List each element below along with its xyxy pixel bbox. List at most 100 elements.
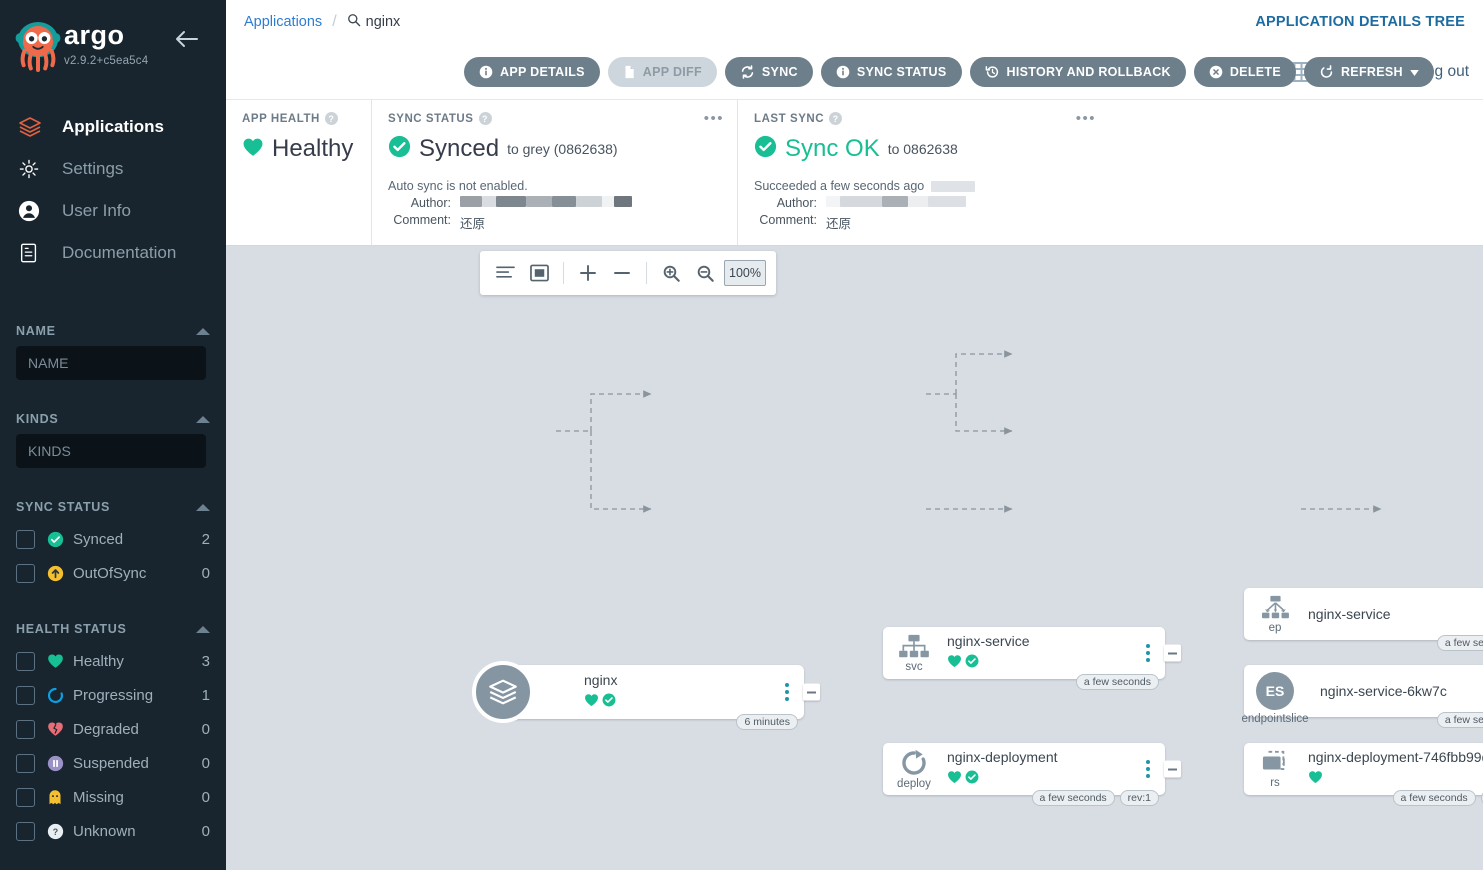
filter-count: 0 bbox=[188, 755, 210, 772]
checkbox[interactable] bbox=[16, 754, 35, 773]
x-circle-icon bbox=[1209, 65, 1223, 79]
breadcrumb-current-label: nginx bbox=[366, 14, 401, 30]
filter-label: Suspended bbox=[73, 755, 188, 772]
user-icon bbox=[18, 200, 62, 222]
filter-row-synced[interactable]: Synced 2 bbox=[16, 522, 210, 556]
refresh-button[interactable]: REFRESH bbox=[1304, 57, 1434, 87]
filter-row-suspended[interactable]: Suspended 0 bbox=[16, 746, 210, 780]
sidebar: argo v2.9.2+c5ea5c4 Applications Setting… bbox=[0, 0, 226, 870]
sync-status-card: ••• SYNC STATUS ? Synced to grey (086263… bbox=[371, 100, 737, 245]
refresh-icon bbox=[1319, 65, 1334, 79]
deployment-icon: deploy bbox=[883, 743, 945, 795]
arrow-left-icon[interactable] bbox=[174, 28, 200, 50]
tree-node-rs[interactable]: rs nginx-deployment-746fbb99df a few sec… bbox=[1244, 743, 1483, 795]
zoom-in-icon[interactable] bbox=[656, 258, 686, 288]
question-circle-icon: ? bbox=[47, 823, 73, 840]
app-diff-button[interactable]: APP DIFF bbox=[608, 57, 717, 87]
tree-node-deploy[interactable]: deploy nginx-deployment a few seconds re… bbox=[883, 743, 1165, 795]
heart-icon bbox=[584, 693, 599, 712]
node-kind: deploy bbox=[897, 778, 931, 790]
button-label: REFRESH bbox=[1341, 65, 1403, 79]
history-and-rollback-button[interactable]: HISTORY AND ROLLBACK bbox=[970, 57, 1186, 87]
ellipsis-icon[interactable]: ••• bbox=[704, 110, 724, 127]
filter-row-missing[interactable]: Missing 0 bbox=[16, 780, 210, 814]
tree-node-svc[interactable]: svc nginx-service a few seconds bbox=[883, 627, 1165, 679]
app-details-button[interactable]: APP DETAILS bbox=[464, 57, 600, 87]
chevron-up-icon[interactable] bbox=[196, 626, 210, 633]
plus-icon[interactable] bbox=[573, 258, 603, 288]
minus-icon[interactable] bbox=[607, 258, 637, 288]
delete-button[interactable]: DELETE bbox=[1194, 57, 1296, 87]
align-left-icon[interactable] bbox=[490, 258, 520, 288]
last-sync-note-text: Succeeded a few seconds ago bbox=[754, 179, 924, 193]
zoom-out-icon[interactable] bbox=[690, 258, 720, 288]
application-tree-canvas[interactable]: 100% bbox=[226, 246, 1483, 870]
filter-row-outofsync[interactable]: OutOfSync 0 bbox=[16, 556, 210, 590]
checkbox[interactable] bbox=[16, 530, 35, 549]
help-icon[interactable]: ? bbox=[479, 112, 492, 125]
chevron-up-icon[interactable] bbox=[196, 416, 210, 423]
last-sync-comment-value: 还原 bbox=[826, 213, 851, 232]
app-health-card: APP HEALTH ? Healthy bbox=[226, 100, 371, 245]
node-kind: svc bbox=[905, 661, 922, 673]
fit-to-screen-icon[interactable] bbox=[524, 258, 554, 288]
breadcrumb-applications[interactable]: Applications bbox=[244, 14, 322, 30]
checkbox[interactable] bbox=[16, 720, 35, 739]
checkbox[interactable] bbox=[16, 788, 35, 807]
chevron-up-icon[interactable] bbox=[196, 504, 210, 511]
book-icon bbox=[18, 242, 62, 264]
brand-text: argo v2.9.2+c5ea5c4 bbox=[64, 22, 148, 67]
tree-node-endpointslice[interactable]: ES endpointslice nginx-service-6kw7c a f… bbox=[1244, 665, 1483, 717]
filter-health-status-section: HEALTH STATUS Healthy 3 Progr bbox=[16, 616, 210, 848]
tree-node-application[interactable]: nginx 6 minutes bbox=[504, 665, 804, 719]
button-label: DELETE bbox=[1230, 65, 1281, 79]
sidebar-item-user-info[interactable]: User Info bbox=[0, 190, 226, 232]
sync-status-button[interactable]: SYNC STATUS bbox=[821, 57, 962, 87]
zoom-level-input[interactable]: 100% bbox=[724, 260, 766, 286]
node-name: nginx-deployment-746fbb99df bbox=[1308, 749, 1483, 766]
ellipsis-icon[interactable]: ••• bbox=[1076, 110, 1096, 127]
checkbox[interactable] bbox=[16, 652, 35, 671]
check-circle-icon bbox=[602, 693, 616, 712]
heart-broken-icon bbox=[47, 721, 73, 737]
filter-row-progressing[interactable]: Progressing 1 bbox=[16, 678, 210, 712]
sidebar-item-label: Settings bbox=[62, 159, 123, 179]
node-badges bbox=[947, 654, 1137, 673]
chevron-up-icon[interactable] bbox=[196, 328, 210, 335]
filter-label: Synced bbox=[73, 531, 188, 548]
application-details-tree-link[interactable]: APPLICATION DETAILS TREE bbox=[1255, 14, 1465, 30]
sidebar-item-documentation[interactable]: Documentation bbox=[0, 232, 226, 274]
name-filter-input[interactable] bbox=[16, 346, 206, 380]
collapse-toggle[interactable] bbox=[1164, 761, 1181, 778]
filter-row-healthy[interactable]: Healthy 3 bbox=[16, 644, 210, 678]
sidebar-item-applications[interactable]: Applications bbox=[0, 106, 226, 148]
node-tags: a few seconds bbox=[1437, 712, 1483, 728]
node-menu-button[interactable] bbox=[1137, 760, 1159, 778]
collapse-toggle[interactable] bbox=[803, 684, 820, 701]
layers-icon bbox=[472, 661, 534, 723]
filter-row-unknown[interactable]: ? Unknown 0 bbox=[16, 814, 210, 848]
node-body: nginx-service bbox=[945, 633, 1137, 673]
node-menu-button[interactable] bbox=[1137, 644, 1159, 662]
checkbox[interactable] bbox=[16, 686, 35, 705]
arrow-up-circle-icon bbox=[47, 565, 73, 582]
sidebar-item-settings[interactable]: Settings bbox=[0, 148, 226, 190]
kinds-filter-input[interactable] bbox=[16, 434, 206, 468]
tree-node-ep[interactable]: ep nginx-service a few seconds bbox=[1244, 588, 1483, 640]
filter-row-degraded[interactable]: Degraded 0 bbox=[16, 712, 210, 746]
sync-button[interactable]: SYNC bbox=[725, 57, 813, 87]
node-menu-button[interactable] bbox=[776, 683, 798, 701]
collapse-toggle[interactable] bbox=[1164, 645, 1181, 662]
help-icon[interactable]: ? bbox=[325, 112, 338, 125]
filter-count: 2 bbox=[188, 531, 210, 548]
checkbox[interactable] bbox=[16, 564, 35, 583]
checkbox[interactable] bbox=[16, 822, 35, 841]
last-sync-note: Succeeded a few seconds ago bbox=[754, 179, 1095, 193]
help-icon[interactable]: ? bbox=[829, 112, 842, 125]
filter-name-header: NAME bbox=[16, 318, 210, 346]
sync-author-row: Author: bbox=[388, 196, 723, 210]
heart-icon bbox=[1308, 770, 1323, 789]
card-title-text: LAST SYNC bbox=[754, 113, 824, 125]
last-sync-title: LAST SYNC ? bbox=[754, 112, 1095, 125]
node-name: nginx-service bbox=[947, 633, 1137, 650]
